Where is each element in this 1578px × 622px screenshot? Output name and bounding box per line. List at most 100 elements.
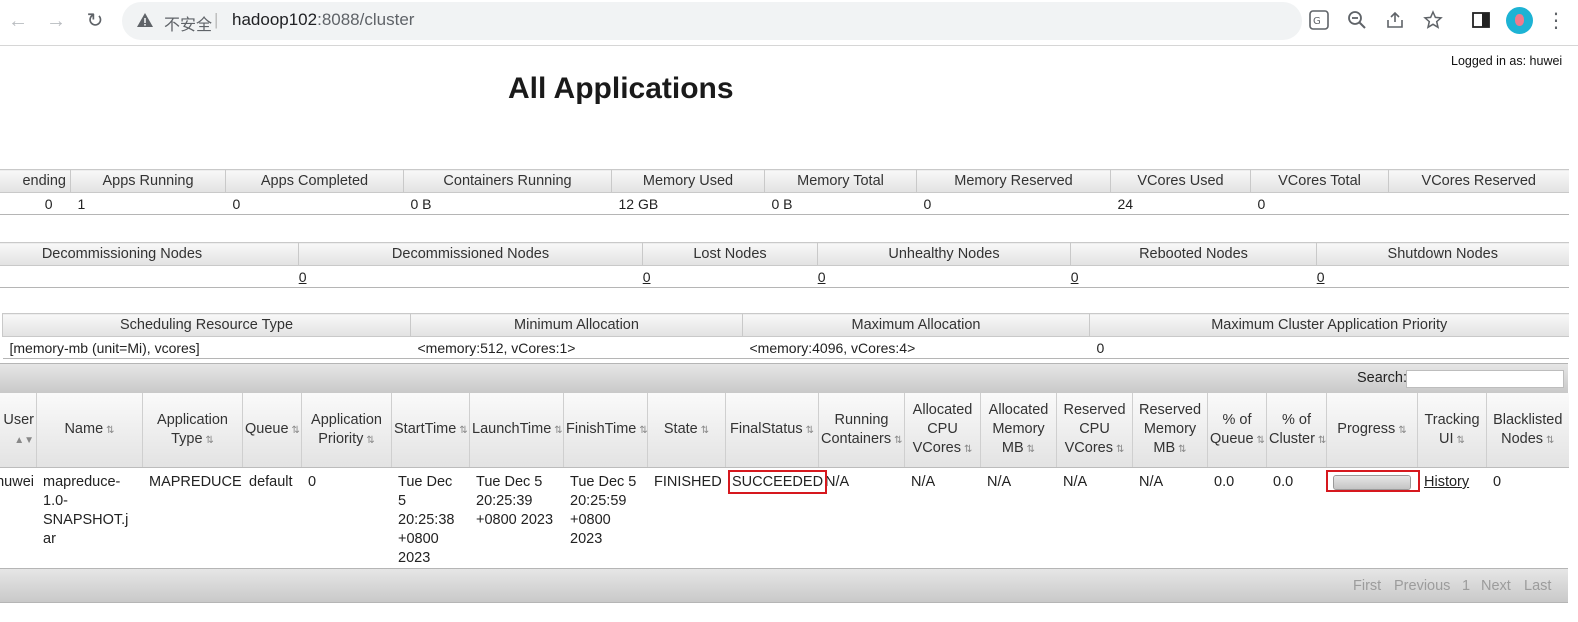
- col-vcores-reserved: VCores Reserved: [1388, 169, 1569, 193]
- sort-icon: ⇅: [1398, 425, 1407, 436]
- col-allocated-memory-mb[interactable]: Allocated Memory MB ⇅: [980, 393, 1057, 468]
- sort-icon: ⇅: [1456, 434, 1465, 446]
- col-progress[interactable]: Progress ⇅: [1326, 393, 1418, 468]
- search-label: Search:: [1357, 370, 1407, 386]
- cell-running-containers: N/A: [825, 474, 850, 490]
- col-vcores-used: VCores Used: [1110, 169, 1251, 193]
- col-scheduling-resource-type: Scheduling Resource Type: [2, 313, 411, 337]
- progress-highlight: [1326, 470, 1420, 492]
- cell-progress: [1326, 468, 1420, 574]
- value-memory-total: 0 B: [764, 192, 917, 215]
- cell-priority: 0: [308, 474, 317, 490]
- next-page-button[interactable]: Next: [1481, 578, 1511, 594]
- col-allocated-cpu-vcores[interactable]: Allocated CPU VCores ⇅: [904, 393, 981, 468]
- value-unhealthy-nodes: 0: [817, 265, 1079, 288]
- col-state[interactable]: State ⇅: [647, 393, 726, 468]
- cell-reserved-memory: N/A: [1139, 474, 1164, 490]
- col-tracking-ui[interactable]: Tracking UI ⇅: [1417, 393, 1487, 468]
- history-link[interactable]: History: [1424, 474, 1469, 490]
- value-apps-running: 1: [70, 192, 226, 215]
- value-vcores-used: 24: [1110, 192, 1251, 215]
- col-finish-time[interactable]: FinishTime ⇅: [563, 393, 648, 468]
- col-percent-of-queue[interactable]: % of Queue ⇅: [1207, 393, 1267, 468]
- first-page-button[interactable]: First: [1353, 578, 1381, 594]
- cell-blacklisted-nodes: 0: [1493, 474, 1502, 490]
- cell-start-time: Tue Dec 5 20:25:38 +0800 2023: [398, 474, 455, 566]
- col-percent-of-cluster-label: % of Cluster: [1269, 411, 1315, 447]
- share-icon[interactable]: [1384, 10, 1406, 32]
- value-lost-nodes: 0: [642, 265, 826, 288]
- scheduler-metrics-header: Scheduling Resource Type Minimum Allocat…: [2, 313, 1569, 337]
- col-minimum-allocation: Minimum Allocation: [410, 313, 743, 337]
- sort-icon: ▲▼: [14, 434, 34, 446]
- security-status-text[interactable]: 不安全: [164, 11, 212, 35]
- back-arrow-icon[interactable]: ←: [6, 9, 30, 33]
- translate-icon[interactable]: G: [1308, 10, 1330, 32]
- url-text[interactable]: hadoop102:8088/cluster: [232, 10, 414, 30]
- sort-icon: ⇅: [1178, 444, 1187, 455]
- col-queue[interactable]: Queue ⇅: [242, 393, 302, 468]
- col-launch-time[interactable]: LaunchTime ⇅: [469, 393, 564, 468]
- sort-icon: ⇅: [106, 425, 115, 436]
- col-user[interactable]: User ▲▼: [0, 393, 37, 468]
- page-number-button[interactable]: 1: [1462, 578, 1470, 594]
- apps-header-row: User ▲▼ Name ⇅ Application Type ⇅ Queue ⇅ Ap…: [0, 393, 1569, 468]
- scheduler-metrics-values: [memory-mb (unit=Mi), vcores] <memory:51…: [2, 336, 1569, 359]
- sort-icon: ⇅: [554, 425, 563, 436]
- zoom-out-icon[interactable]: [1346, 10, 1368, 32]
- cell-launch-time: Tue Dec 5 20:25:39 +0800 2023: [476, 474, 554, 528]
- decommissioned-nodes-link[interactable]: 0: [643, 269, 651, 285]
- col-apps-completed: Apps Completed: [225, 169, 404, 193]
- cluster-metrics-table: ending Apps Running Apps Completed Conta…: [0, 169, 1569, 215]
- col-final-status[interactable]: FinalStatus ⇅: [725, 393, 819, 468]
- col-running-containers[interactable]: Running Containers ⇅: [818, 393, 905, 468]
- col-running-containers-label: Running Containers: [821, 411, 892, 447]
- sort-icon: ⇅: [366, 434, 375, 446]
- warning-icon[interactable]: [136, 11, 154, 29]
- value-memory-used: 12 GB: [611, 192, 765, 215]
- value-apps-pending: 0: [0, 192, 71, 215]
- col-name-label: Name: [64, 421, 104, 437]
- address-bar[interactable]: 不安全 | hadoop102:8088/cluster: [122, 2, 1302, 40]
- sort-icon: ⇅: [1026, 444, 1036, 455]
- search-input[interactable]: [1406, 370, 1564, 388]
- side-panel-icon[interactable]: [1470, 10, 1492, 32]
- menu-kebab-icon[interactable]: ⋮: [1546, 8, 1566, 33]
- rebooted-nodes-link[interactable]: 0: [1317, 269, 1325, 285]
- reload-icon[interactable]: ↻: [83, 9, 107, 33]
- unhealthy-nodes-link[interactable]: 0: [1071, 269, 1079, 285]
- col-reserved-memory-mb[interactable]: Reserved Memory MB ⇅: [1132, 393, 1208, 468]
- cell-name: mapreduce-1.0-SNAPSHOT.jar: [43, 474, 129, 547]
- col-progress-label: Progress: [1337, 421, 1396, 437]
- profile-avatar[interactable]: [1506, 7, 1533, 34]
- col-percent-of-cluster[interactable]: % of Cluster ⇅: [1266, 393, 1327, 468]
- col-decommissioned-nodes: Decommissioned Nodes: [298, 242, 643, 266]
- last-page-button[interactable]: Last: [1524, 578, 1551, 594]
- sort-icon: ⇅: [805, 425, 814, 436]
- decommissioning-nodes-link[interactable]: 0: [299, 269, 307, 285]
- col-application-type[interactable]: Application Type ⇅: [142, 393, 243, 468]
- col-application-priority[interactable]: Application Priority ⇅: [301, 393, 392, 468]
- divider: |: [214, 10, 219, 29]
- value-containers-running: 0 B: [403, 192, 612, 215]
- table-row: huwei mapreduce-1.0-SNAPSHOT.jar MAPREDU…: [0, 468, 1569, 574]
- col-unhealthy-nodes: Unhealthy Nodes: [817, 242, 1071, 266]
- cell-finish-time: Tue Dec 5 20:25:59 +0800 2023: [570, 474, 637, 547]
- value-rebooted-nodes: 0: [1070, 265, 1325, 288]
- applications-table: User ▲▼ Name ⇅ Application Type ⇅ Queue ⇅ Ap…: [0, 393, 1569, 573]
- col-user-label: User: [3, 411, 34, 428]
- node-metrics-header: Decommissioning Nodes Decommissioned Nod…: [0, 242, 1569, 266]
- col-start-time[interactable]: StartTime ⇅: [391, 393, 470, 468]
- page-title: All Applications: [508, 72, 734, 105]
- bookmark-star-icon[interactable]: [1422, 10, 1444, 32]
- value-apps-completed: 0: [225, 192, 404, 215]
- col-reserved-cpu-vcores[interactable]: Reserved CPU VCores ⇅: [1056, 393, 1133, 468]
- cell-allocated-cpu: N/A: [911, 474, 936, 490]
- col-name[interactable]: Name ⇅: [36, 393, 143, 468]
- sort-icon: ⇅: [700, 425, 710, 436]
- previous-page-button[interactable]: Previous: [1394, 578, 1450, 594]
- col-maximum-allocation: Maximum Allocation: [742, 313, 1090, 337]
- forward-arrow-icon[interactable]: →: [44, 9, 68, 33]
- col-blacklisted-nodes[interactable]: Blacklisted Nodes ⇅: [1486, 393, 1569, 468]
- lost-nodes-link[interactable]: 0: [818, 269, 826, 285]
